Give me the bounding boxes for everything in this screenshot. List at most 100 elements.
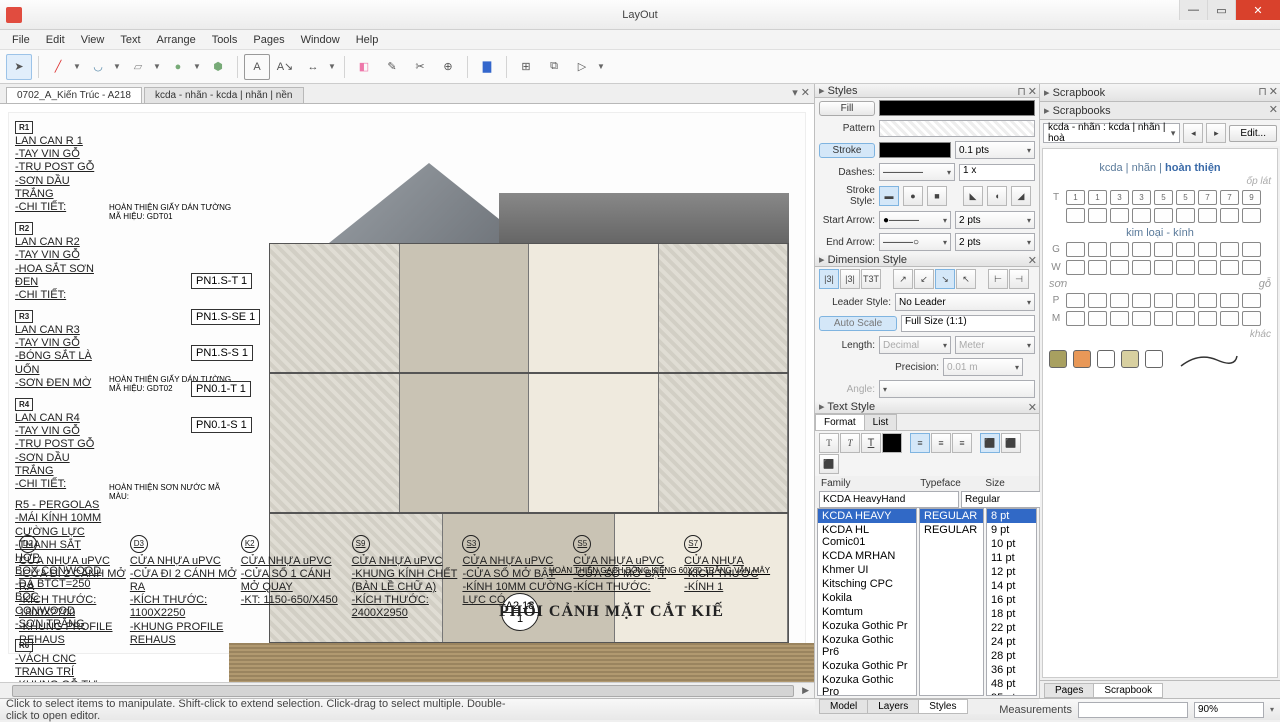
menu-edit[interactable]: Edit (40, 32, 71, 48)
dim-dropdown[interactable]: ▼ (328, 62, 338, 71)
auto-scale-button[interactable]: Auto Scale (819, 316, 897, 331)
dim-btn-5[interactable]: ↙ (914, 269, 934, 289)
label-tool[interactable]: A↘ (272, 54, 298, 80)
menu-pages[interactable]: Pages (247, 32, 290, 48)
tab-inactive[interactable]: kcda - nhãn - kcda | nhãn | nền (144, 87, 304, 103)
valign-top[interactable]: ⬛ (980, 433, 1000, 453)
stroke-toggle[interactable]: Stroke (819, 143, 875, 158)
style-tool[interactable]: ✎ (379, 54, 405, 80)
canvas[interactable]: R1LAN CAN R 1-TAY VIN GỖ-TRỤ POST GỖ-SƠN… (0, 104, 814, 682)
menu-tools[interactable]: Tools (206, 32, 244, 48)
close-icon[interactable]: ✕ (1028, 85, 1037, 98)
rect-tool[interactable]: ▱ (125, 54, 151, 80)
textstyle-header[interactable]: Text Style✕ (815, 400, 1039, 414)
align-right[interactable]: ≡ (952, 433, 972, 453)
next-page-tool[interactable]: ▷ (569, 54, 595, 80)
sb-next[interactable]: ▸ (1206, 123, 1226, 143)
dimension-header[interactable]: Dimension Style✕ (815, 253, 1039, 267)
fill-swatch[interactable] (879, 100, 1035, 116)
btab-styles[interactable]: Styles (918, 699, 967, 714)
sb-edit-button[interactable]: Edit... (1229, 125, 1277, 142)
scrapbook-select[interactable]: kcda - nhãn : kcda | nhãn | hoà (1043, 123, 1180, 143)
family-input[interactable] (819, 491, 959, 508)
dim-btn-8[interactable]: ⊢ (988, 269, 1008, 289)
align-left[interactable]: ≡ (910, 433, 930, 453)
dim-btn-3[interactable]: T3T (861, 269, 881, 289)
start-arrow-size[interactable]: 2 pts (955, 211, 1035, 229)
align-center[interactable]: ≡ (931, 433, 951, 453)
scrapbooks-sub[interactable]: Scrapbooks✕ (1040, 102, 1280, 120)
dimension-tool[interactable]: ↔ (300, 54, 326, 80)
select-tool[interactable]: ➤ (6, 54, 32, 80)
join-miter[interactable]: ◣ (963, 186, 983, 206)
scale-input[interactable]: Full Size (1:1) (901, 315, 1035, 332)
minimize-button[interactable]: — (1179, 0, 1207, 20)
fill-toggle[interactable]: Fill (819, 101, 875, 116)
italic-button[interactable]: T (840, 433, 860, 453)
valign-mid[interactable]: ⬛ (1001, 433, 1021, 453)
length-type[interactable]: Decimal (879, 336, 951, 354)
tab-list[interactable]: List (864, 414, 898, 430)
close-icon[interactable]: ✕ (1269, 85, 1278, 98)
btab-layers[interactable]: Layers (867, 699, 919, 714)
btab-pages[interactable]: Pages (1044, 683, 1094, 698)
menu-help[interactable]: Help (350, 32, 385, 48)
pin-icon[interactable]: ⊓ (1258, 85, 1267, 98)
present-tool[interactable]: ▇ (474, 54, 500, 80)
menu-view[interactable]: View (75, 32, 111, 48)
close-icon[interactable]: ✕ (1028, 254, 1037, 267)
arc-tool[interactable]: ◡ (85, 54, 111, 80)
scrapbook-header[interactable]: Scrapbook⊓✕ (1040, 84, 1280, 102)
circle-tool[interactable]: ● (165, 54, 191, 80)
typeface-list[interactable]: REGULARREGULAR (919, 508, 984, 696)
h-scrollbar[interactable] (0, 682, 814, 698)
menu-arrange[interactable]: Arrange (151, 32, 202, 48)
zoom-input[interactable] (1194, 702, 1264, 718)
stroke-swatch[interactable] (879, 142, 951, 158)
tab-active[interactable]: 0702_A_Kiến Trúc - A218 (6, 87, 142, 103)
rect-dropdown[interactable]: ▼ (153, 62, 163, 71)
tab-format[interactable]: Format (815, 414, 865, 430)
measurements-input[interactable] (1078, 702, 1188, 718)
leader-select[interactable]: No Leader (895, 293, 1035, 311)
split-tool[interactable]: ✂ (407, 54, 433, 80)
color-button[interactable] (882, 433, 902, 453)
stroke-width[interactable]: 0.1 pts (955, 141, 1035, 159)
page-dropdown[interactable]: ▼ (597, 62, 607, 71)
polygon-tool[interactable]: ⬢ (205, 54, 231, 80)
tabs-dropdown[interactable]: ▾ ✕ (792, 86, 810, 99)
dashes-select[interactable]: ———— (879, 163, 955, 181)
scrapbook-content[interactable]: kcda | nhãn | hoàn thiện ốp lát T1133557… (1042, 148, 1278, 678)
join-round[interactable]: ◖ (987, 186, 1007, 206)
drawing-page[interactable]: R1LAN CAN R 1-TAY VIN GỖ-TRỤ POST GỖ-SƠN… (8, 112, 806, 654)
eraser-tool[interactable]: ◧ (351, 54, 377, 80)
text-tool[interactable]: A (244, 54, 270, 80)
cap-round[interactable]: ● (903, 186, 923, 206)
pattern-swatch[interactable] (879, 120, 1035, 137)
line-dropdown[interactable]: ▼ (73, 62, 83, 71)
circle-dropdown[interactable]: ▼ (193, 62, 203, 71)
angle-select[interactable] (879, 380, 1035, 398)
sb-prev[interactable]: ◂ (1183, 123, 1203, 143)
end-arrow-select[interactable]: ———○ (879, 233, 951, 251)
bold-button[interactable]: T (819, 433, 839, 453)
size-list[interactable]: 8 pt9 pt10 pt11 pt12 pt14 pt16 pt18 pt22… (986, 508, 1037, 696)
end-arrow-size[interactable]: 2 pts (955, 233, 1035, 251)
join-bevel[interactable]: ◢ (1011, 186, 1031, 206)
close-icon[interactable]: ✕ (1269, 103, 1278, 116)
maximize-button[interactable]: ▭ (1207, 0, 1235, 20)
styles-header[interactable]: Styles⊓✕ (815, 84, 1039, 98)
dim-btn-6[interactable]: ↘ (935, 269, 955, 289)
menu-text[interactable]: Text (114, 32, 146, 48)
length-unit[interactable]: Meter (955, 336, 1035, 354)
dim-btn-4[interactable]: ↗ (893, 269, 913, 289)
dim-btn-9[interactable]: ⊣ (1009, 269, 1029, 289)
pin-icon[interactable]: ⊓ (1017, 85, 1026, 98)
precision-select[interactable]: 0.01 m (943, 358, 1023, 376)
add-page-tool[interactable]: ⊞ (513, 54, 539, 80)
arc-dropdown[interactable]: ▼ (113, 62, 123, 71)
btab-model[interactable]: Model (819, 699, 868, 714)
menu-file[interactable]: File (6, 32, 36, 48)
close-button[interactable]: ✕ (1235, 0, 1280, 20)
underline-button[interactable]: T (861, 433, 881, 453)
